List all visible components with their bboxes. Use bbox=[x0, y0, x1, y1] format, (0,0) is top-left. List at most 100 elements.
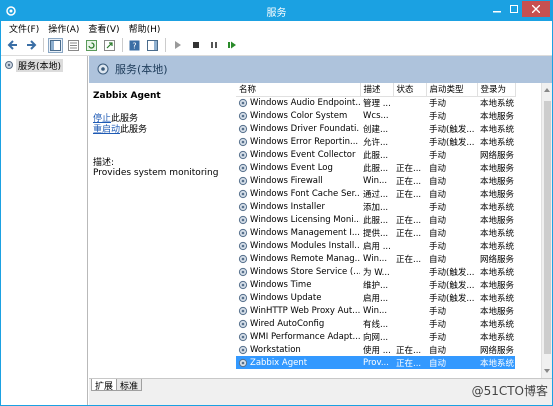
scroll-down-arrow-icon[interactable] bbox=[544, 369, 550, 373]
cell-status: 正在... bbox=[396, 176, 422, 187]
table-row[interactable]: Workstation 使用 ... 正在... 自动 网络服务 bbox=[236, 343, 515, 356]
menu-action[interactable]: 操作(A) bbox=[45, 21, 85, 35]
stop-service-button[interactable] bbox=[188, 38, 203, 53]
restart-service-link[interactable]: 重启动 bbox=[93, 125, 120, 135]
scrollbar-thumb[interactable] bbox=[544, 101, 551, 354]
column-header-logon-as[interactable]: 登录为 bbox=[477, 83, 516, 97]
table-row[interactable]: Windows Remote Manag... Win... 正在... 自动 网络服务 bbox=[236, 252, 515, 265]
service-name-text: WinHTTP Web Proxy Aut... bbox=[250, 305, 360, 316]
stop-service-link[interactable]: 停止 bbox=[93, 114, 111, 124]
minimize-button[interactable] bbox=[488, 1, 505, 17]
table-row[interactable]: Windows Driver Foundati... 创建... 手动(触发... 本… bbox=[236, 122, 515, 135]
refresh-button[interactable] bbox=[84, 38, 99, 53]
column-header-status[interactable]: 状态 bbox=[393, 83, 427, 97]
column-header-name[interactable]: 名称 bbox=[236, 83, 361, 97]
cell-logon-as: 网络服务 bbox=[480, 150, 515, 161]
help-button[interactable]: ? bbox=[127, 38, 142, 53]
properties-button[interactable] bbox=[66, 38, 81, 53]
tree-item-services-local[interactable]: 服务(本地) bbox=[4, 58, 64, 72]
cell-logon-as: 本地服务 bbox=[480, 189, 515, 200]
cell-logon-as: 本地系统 bbox=[480, 241, 515, 252]
cell-description: 使用 ... bbox=[363, 345, 391, 356]
table-row[interactable]: Windows Audio Endpoint... 管理 ... 手动 本地系统 bbox=[236, 96, 515, 109]
vertical-scrollbar[interactable] bbox=[541, 83, 552, 378]
table-row[interactable]: WMI Performance Adapt... 向网... 手动 本地系统 bbox=[236, 330, 515, 343]
service-name-text: Windows Error Reportin... bbox=[250, 136, 359, 147]
cell-startup-type: 自动 bbox=[429, 215, 447, 226]
table-row[interactable]: Windows Management I... 提供... 正在... 自动 本地系统 bbox=[236, 226, 515, 239]
table-row[interactable]: Windows Error Reportin... 允许... 手动(触发... 本地… bbox=[236, 135, 515, 148]
cell-startup-type: 自动 bbox=[426, 356, 477, 369]
table-row[interactable]: Windows Time 维护... 手动(触发... 本地服务 bbox=[236, 278, 515, 291]
table-row[interactable]: Windows Store Service (... 为 W... 手动(触发...… bbox=[236, 265, 515, 278]
cell-status bbox=[393, 317, 426, 330]
column-header-startup-type[interactable]: 启动类型 bbox=[426, 83, 478, 97]
tab-standard[interactable]: 标准 bbox=[116, 379, 143, 392]
cell-description: 提供... bbox=[363, 228, 389, 239]
cell-description: 启用... bbox=[363, 293, 389, 304]
action-pane-button[interactable] bbox=[145, 38, 160, 53]
menu-help[interactable]: 帮助(H) bbox=[126, 21, 167, 35]
cell-description: 添加... bbox=[363, 202, 389, 213]
cell-logon-as: 本地系统 bbox=[480, 137, 515, 148]
table-row[interactable]: Windows Firewall Win... 正在... 自动 本地服务 bbox=[236, 174, 515, 187]
back-button[interactable] bbox=[5, 38, 20, 53]
table-row[interactable]: Wired AutoConfig 有线... 手动 本地系统 bbox=[236, 317, 515, 330]
service-gear-icon bbox=[238, 306, 248, 315]
table-row[interactable]: Windows Licensing Moni... 此服... 正在... 自动 本地服… bbox=[236, 213, 515, 226]
table-row[interactable]: Windows Modules Install... 启用 ... 手动 本地系统 bbox=[236, 239, 515, 252]
table-row[interactable]: Zabbix Agent Prov... 正在... 自动 本地系统 bbox=[236, 356, 515, 369]
service-name-text: Windows Event Log bbox=[250, 162, 333, 173]
cell-description: 创建... bbox=[363, 124, 389, 135]
play-icon bbox=[174, 41, 181, 49]
table-row[interactable]: WinHTTP Web Proxy Aut... Win... 手动 本地服务 bbox=[236, 304, 515, 317]
column-header-description[interactable]: 描述 bbox=[360, 83, 394, 97]
service-name-text: Windows Audio Endpoint... bbox=[250, 97, 360, 108]
show-hide-tree-button[interactable] bbox=[48, 37, 63, 53]
description-text: Provides system monitoring bbox=[93, 168, 219, 178]
scroll-up-arrow-icon[interactable] bbox=[544, 88, 550, 92]
svg-text:?: ? bbox=[132, 41, 136, 50]
menu-file[interactable]: 文件(F) bbox=[6, 21, 45, 35]
cell-name: Windows Management I... bbox=[236, 226, 360, 239]
table-row[interactable]: Windows Event Log 此服... 正在... 自动 本地服务 bbox=[236, 161, 515, 174]
menu-view[interactable]: 查看(V) bbox=[85, 21, 125, 35]
forward-button[interactable] bbox=[23, 38, 38, 53]
cell-startup-type: 手动 bbox=[429, 332, 447, 343]
tree-item-label: 服务(本地) bbox=[16, 58, 64, 72]
cell-startup-type: 手动 bbox=[429, 98, 447, 109]
cell-status: 正在... bbox=[396, 163, 422, 174]
table-row[interactable]: Windows Update 启用... 手动(触发... 本地系统 bbox=[236, 291, 515, 304]
title-bar[interactable]: 服务 bbox=[1, 1, 552, 21]
stop-icon bbox=[192, 42, 199, 48]
table-row[interactable]: Windows Color System Wcs... 手动 本地服务 bbox=[236, 109, 515, 122]
service-name-text: Workstation bbox=[250, 344, 301, 355]
service-gear-icon bbox=[238, 280, 248, 289]
cell-description: 此服... bbox=[363, 150, 389, 161]
pause-service-button[interactable] bbox=[206, 38, 221, 53]
maximize-button[interactable] bbox=[505, 1, 522, 17]
cell-description: 通过... bbox=[363, 189, 389, 200]
services-table: 名称 描述 状态 启动类型 登录为 Windows Audio Endpoint… bbox=[236, 83, 516, 369]
toolbar-separator bbox=[43, 38, 44, 52]
cell-name: Windows Error Reportin... bbox=[236, 135, 360, 148]
cell-description: Prov... bbox=[360, 356, 393, 369]
tab-extended[interactable]: 扩展 bbox=[91, 379, 118, 392]
table-row[interactable]: Windows Event Collector 此服... 手动 网络服务 bbox=[236, 148, 515, 161]
cell-logon-as: 本地服务 bbox=[480, 280, 515, 291]
export-button[interactable] bbox=[102, 38, 117, 53]
table-row[interactable]: Windows Installer 添加... 手动 本地系统 bbox=[236, 200, 515, 213]
table-row[interactable]: Windows Font Cache Ser... 通过... 正在... 自动 本地服… bbox=[236, 187, 515, 200]
cell-name: Windows Color System bbox=[236, 109, 360, 122]
cell-status bbox=[393, 200, 426, 213]
service-gear-icon bbox=[238, 254, 248, 263]
close-button[interactable] bbox=[522, 1, 550, 17]
description-label: 描述: bbox=[93, 158, 115, 168]
cell-status bbox=[393, 330, 426, 343]
service-name-text: Wired AutoConfig bbox=[250, 318, 325, 329]
cell-logon-as: 本地系统 bbox=[480, 202, 515, 213]
toolbar-separator bbox=[165, 38, 166, 52]
refresh-icon bbox=[86, 39, 97, 51]
start-service-button[interactable] bbox=[170, 38, 185, 53]
restart-service-button[interactable] bbox=[224, 38, 239, 53]
